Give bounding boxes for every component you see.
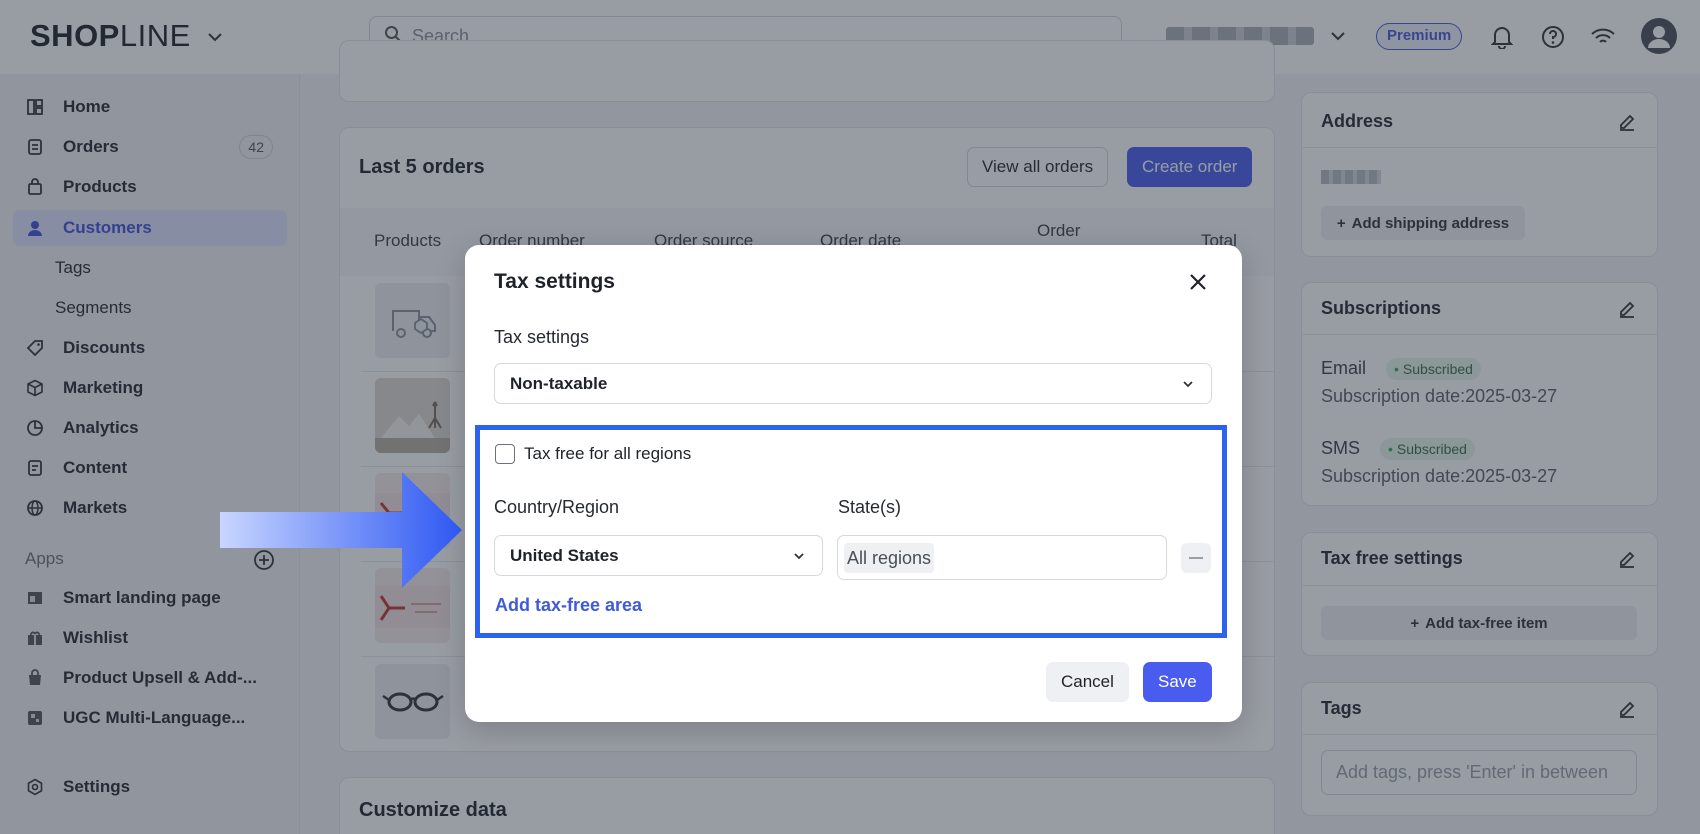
country-region-select[interactable]: United States (494, 535, 823, 576)
save-button[interactable]: Save (1143, 662, 1212, 702)
chevron-down-icon (1181, 376, 1195, 390)
tax-settings-label: Tax settings (494, 327, 590, 347)
cancel-button[interactable]: Cancel (1046, 662, 1129, 702)
remove-area-button[interactable] (1181, 543, 1211, 573)
states-label: State(s) (838, 497, 902, 517)
modal-title: Tax settings (494, 270, 615, 293)
all-regions-chip: All regions (844, 543, 935, 573)
chevron-down-icon (792, 548, 806, 562)
annotation-arrow (220, 470, 462, 590)
close-icon[interactable] (1185, 269, 1211, 295)
add-tax-free-area-link[interactable]: Add tax-free area (495, 595, 642, 616)
tax-settings-value: Non-taxable (510, 373, 608, 393)
tax-free-all-regions-label: Tax free for all regions (524, 444, 692, 463)
states-select[interactable]: All regions (837, 535, 1167, 580)
tax-free-all-regions-checkbox[interactable] (495, 444, 515, 464)
country-region-label: Country/Region (494, 497, 620, 517)
tax-settings-select[interactable]: Non-taxable (494, 363, 1212, 404)
country-region-value: United States (510, 545, 619, 565)
tax-settings-modal: Tax settings Tax settings Non-taxable Ta… (465, 245, 1242, 722)
